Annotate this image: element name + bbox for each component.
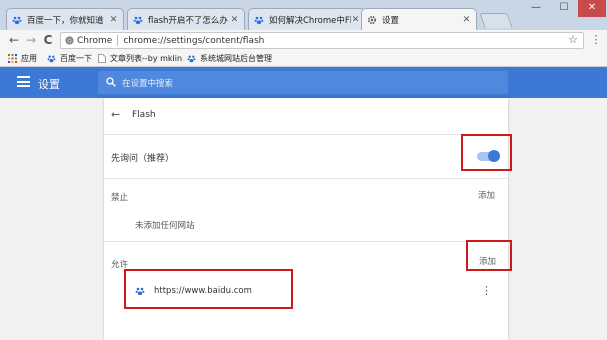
gear-icon [367,15,377,25]
bookmark-label: 文章列表--by mklin [110,54,183,63]
baidu-paw-icon [12,15,22,25]
more-icon[interactable]: ⋮ [481,284,492,297]
forward-button[interactable]: → [23,32,39,48]
toolbar: ← → C Chrome chrome://settings/content/f… [0,30,607,51]
url-text[interactable]: chrome://settings/content/flash [123,36,264,46]
highlight-box [124,269,293,309]
new-tab-button[interactable] [479,13,513,28]
bookmark-apps[interactable]: 应用 [8,52,37,65]
bookmark-label: 百度一下 [60,54,92,63]
close-icon[interactable]: ✕ [230,15,239,25]
bookmark-baidu[interactable]: 百度一下 [47,52,92,65]
tab-title: 如何解决Chrome中Flas [269,15,351,26]
settings-page: ← Flash 先询问（推荐） 禁止 添加 未添加任何网站 允许 添加 http… [0,98,607,340]
bookmark-admin[interactable]: 系统城网站后台管理 [187,52,272,65]
tab-flash-article[interactable]: flash开启不了怎么办 是 ✕ [127,8,245,30]
baidu-paw-icon [133,15,143,25]
chrome-menu-button[interactable]: ⋮ [588,32,604,48]
block-add-button[interactable]: 添加 [478,189,495,201]
baidu-paw-icon [47,54,56,63]
settings-header: 设置 在设置中搜索 [0,67,607,98]
close-icon[interactable]: ✕ [351,15,360,25]
baidu-paw-icon [254,15,264,25]
tab-baidu[interactable]: 百度一下，你就知道 ✕ [6,8,124,30]
divider [104,134,508,135]
apps-grid-icon [8,54,17,63]
back-arrow-icon[interactable]: ← [111,108,120,121]
search-icon [106,77,116,90]
bookmark-label: 系统城网站后台管理 [200,54,272,63]
block-empty-text: 未添加任何网站 [135,221,195,231]
bookmark-label: 应用 [21,54,37,63]
page-title: Flash [132,110,156,120]
baidu-paw-icon [187,54,196,63]
maximize-button[interactable]: ☐ [550,0,578,17]
omnibox-chip: Chrome [77,35,113,46]
search-placeholder: 在设置中搜索 [122,79,174,89]
tab-title: 百度一下，你就知道 [27,15,104,26]
flash-settings-card: ← Flash 先询问（推荐） 禁止 添加 未添加任何网站 允许 添加 http… [104,98,512,340]
divider [104,178,508,179]
page-icon [97,54,106,63]
settings-title: 设置 [38,78,60,91]
omnibox-separator [117,35,119,46]
window-close-button[interactable]: ✕ [578,0,606,17]
bookmarks-bar: 应用 百度一下 文章列表--by mklin 系统城网站后台管理 [0,51,607,67]
settings-search-input[interactable]: 在设置中搜索 [98,71,508,94]
close-icon[interactable]: ✕ [109,15,118,25]
tab-title: flash开启不了怎么办 是 [148,15,230,26]
highlight-box [461,134,512,171]
minimize-button[interactable]: — [522,0,550,17]
bookmark-articles[interactable]: 文章列表--by mklin [97,52,182,65]
highlight-box [466,240,512,271]
block-heading: 禁止 [111,193,129,203]
tab-chrome-flash[interactable]: 如何解决Chrome中Flas ✕ [248,8,366,30]
tab-settings[interactable]: 设置 ✕ [361,8,477,30]
chrome-logo-icon [65,36,74,45]
hamburger-menu-icon[interactable] [17,76,30,87]
divider [104,241,508,242]
reload-button[interactable]: C [40,32,56,48]
back-button[interactable]: ← [6,32,22,48]
tab-title: 设置 [382,15,400,26]
close-icon[interactable]: ✕ [462,15,471,25]
tab-strip: 百度一下，你就知道 ✕ flash开启不了怎么办 是 ✕ 如何解决Chrome中… [0,0,607,30]
address-bar[interactable]: Chrome chrome://settings/content/flash [60,32,584,49]
star-icon[interactable]: ☆ [565,32,581,48]
ask-first-label: 先询问（推荐） [111,154,175,164]
